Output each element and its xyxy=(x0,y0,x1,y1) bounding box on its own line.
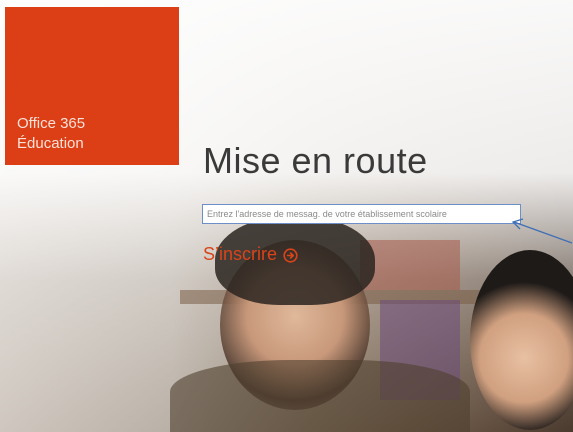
annotation-arrow-icon xyxy=(511,218,573,244)
signup-link[interactable]: S’inscrire xyxy=(203,244,298,265)
product-name-line2: Éducation xyxy=(17,135,84,152)
sweater xyxy=(170,360,470,432)
book xyxy=(360,240,460,290)
school-email-input[interactable] xyxy=(202,204,521,224)
product-name-line1: Office 365 xyxy=(17,115,86,132)
signup-label: S’inscrire xyxy=(203,244,278,264)
product-name: Office 365 Éducation xyxy=(17,114,85,154)
student-woman xyxy=(470,250,573,430)
office-365-tile: Office 365 Éducation xyxy=(5,7,179,165)
page-title: Mise en route xyxy=(203,140,428,181)
circle-arrow-right-icon xyxy=(283,247,298,263)
